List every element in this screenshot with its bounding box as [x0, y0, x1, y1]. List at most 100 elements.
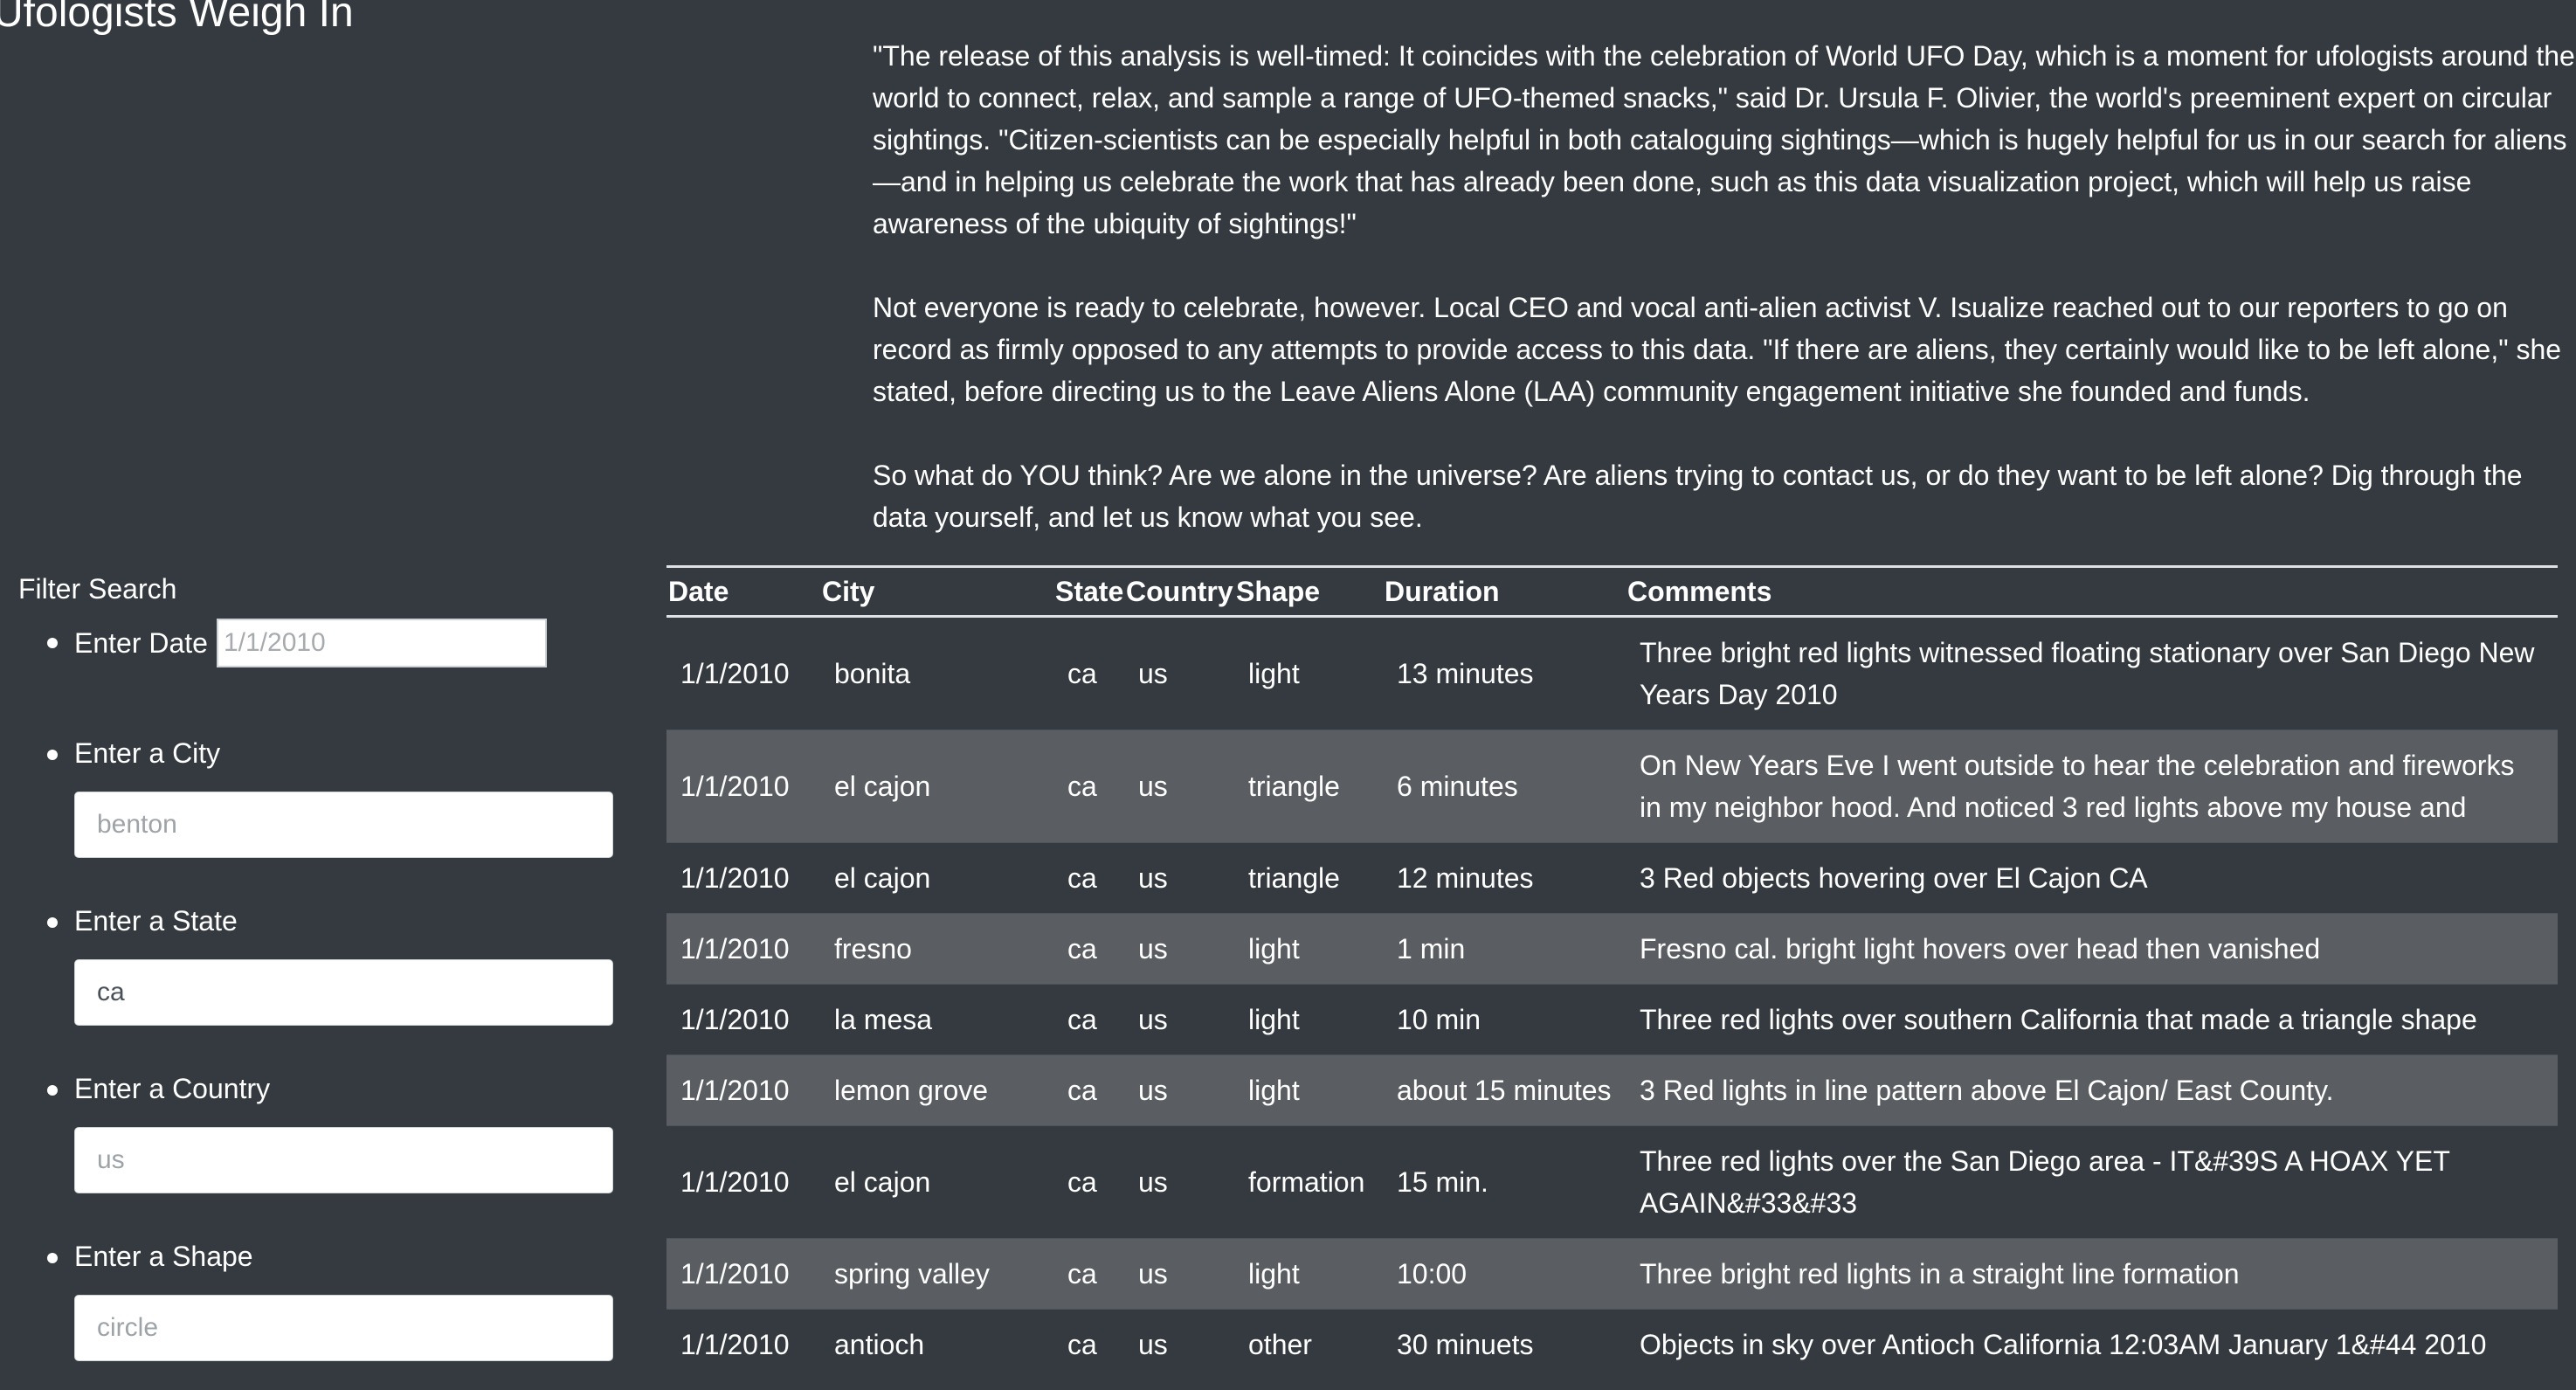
city-label: Enter a City: [74, 737, 221, 769]
column-header-comments: Comments: [1626, 565, 2558, 618]
cell-comments: Three red lights over the San Diego area…: [1626, 1125, 2558, 1239]
country-input[interactable]: [74, 1127, 613, 1193]
cell-duration: 10 min: [1383, 984, 1626, 1055]
table-header: Date City State Country Shape Duration C…: [666, 565, 2558, 618]
cell-shape: light: [1234, 913, 1383, 985]
cell-state: ca: [1053, 1055, 1124, 1126]
table-row: 1/1/2010 la mesa ca us light 10 min Thre…: [666, 984, 2558, 1055]
cell-country: us: [1124, 1125, 1234, 1239]
filter-panel: Filter Search Enter Date Enter a City En…: [18, 568, 630, 1390]
cell-duration: 6 minutes: [1383, 730, 1626, 843]
cell-comments: Three bright red lights in a straight li…: [1626, 1238, 2558, 1310]
cell-shape: light: [1234, 1238, 1383, 1310]
cell-country: us: [1124, 984, 1234, 1055]
cell-duration: 10:00: [1383, 1238, 1626, 1310]
filter-state-item: Enter a State: [18, 900, 630, 1026]
bullet-icon: [47, 1253, 58, 1263]
table-row: 1/1/2010 el cajon ca us triangle 6 minut…: [666, 730, 2558, 843]
column-header-date: Date: [666, 565, 820, 618]
filter-city-item: Enter a City: [18, 732, 630, 858]
ufo-table-container: Date City State Country Shape Duration C…: [666, 565, 2558, 1380]
cell-date: 1/1/2010: [666, 616, 820, 730]
cell-city: spring valley: [820, 1238, 1053, 1310]
cell-duration: 1 min: [1383, 913, 1626, 985]
cell-shape: light: [1234, 616, 1383, 730]
bullet-icon: [47, 750, 58, 760]
cell-duration: 12 minutes: [1383, 842, 1626, 914]
cell-date: 1/1/2010: [666, 1125, 820, 1239]
date-input[interactable]: [216, 619, 547, 667]
filter-date-item: Enter Date: [18, 619, 630, 667]
column-header-duration: Duration: [1383, 565, 1626, 618]
cell-country: us: [1124, 842, 1234, 914]
table-row: 1/1/2010 bonita ca us light 13 minutes T…: [666, 616, 2558, 730]
cell-shape: light: [1234, 1055, 1383, 1126]
cell-country: us: [1124, 913, 1234, 985]
cell-duration: about 15 minutes: [1383, 1055, 1626, 1126]
cell-state: ca: [1053, 984, 1124, 1055]
cell-duration: 15 min.: [1383, 1125, 1626, 1239]
page: Ufologists Weigh In "The release of this…: [0, 0, 2576, 1390]
cell-comments: On New Years Eve I went outside to hear …: [1626, 730, 2558, 843]
cell-country: us: [1124, 1309, 1234, 1380]
cell-date: 1/1/2010: [666, 730, 820, 843]
cell-duration: 30 minuets: [1383, 1309, 1626, 1380]
table-row: 1/1/2010 spring valley ca us light 10:00…: [666, 1238, 2558, 1310]
article-body: "The release of this analysis is well-ti…: [873, 35, 2576, 580]
city-input[interactable]: [74, 792, 613, 858]
cell-city: el cajon: [820, 1125, 1053, 1239]
cell-comments: 3 Red objects hovering over El Cajon CA: [1626, 842, 2558, 914]
filter-shape-item: Enter a Shape: [18, 1235, 630, 1361]
cell-state: ca: [1053, 1125, 1124, 1239]
filter-country-item: Enter a Country: [18, 1068, 630, 1193]
filter-list: Enter Date Enter a City Enter a State En…: [18, 619, 630, 1361]
bullet-icon: [47, 917, 58, 928]
date-label: Enter Date: [74, 627, 208, 659]
cell-date: 1/1/2010: [666, 913, 820, 985]
cell-country: us: [1124, 1238, 1234, 1310]
table-row: 1/1/2010 fresno ca us light 1 min Fresno…: [666, 913, 2558, 985]
cell-state: ca: [1053, 1309, 1124, 1380]
table-row: 1/1/2010 el cajon ca us triangle 12 minu…: [666, 842, 2558, 914]
article-paragraph: Not everyone is ready to celebrate, howe…: [873, 292, 2562, 407]
cell-date: 1/1/2010: [666, 1238, 820, 1310]
cell-date: 1/1/2010: [666, 984, 820, 1055]
article-paragraph: "The release of this analysis is well-ti…: [873, 40, 2575, 239]
cell-country: us: [1124, 616, 1234, 730]
table-header-row: Date City State Country Shape Duration C…: [666, 565, 2558, 618]
cell-city: antioch: [820, 1309, 1053, 1380]
article-paragraph: So what do YOU think? Are we alone in th…: [873, 460, 2523, 533]
shape-input[interactable]: [74, 1295, 613, 1361]
cell-state: ca: [1053, 1238, 1124, 1310]
cell-shape: triangle: [1234, 842, 1383, 914]
cell-state: ca: [1053, 842, 1124, 914]
cell-country: us: [1124, 1055, 1234, 1126]
cell-shape: other: [1234, 1309, 1383, 1380]
cell-state: ca: [1053, 730, 1124, 843]
table-row: 1/1/2010 antioch ca us other 30 minuets …: [666, 1309, 2558, 1380]
state-input[interactable]: [74, 959, 613, 1026]
cell-comments: Three bright red lights witnessed floati…: [1626, 616, 2558, 730]
cell-date: 1/1/2010: [666, 1055, 820, 1126]
ufo-table: Date City State Country Shape Duration C…: [666, 565, 2558, 1380]
column-header-city: City: [820, 565, 1053, 618]
table-row: 1/1/2010 lemon grove ca us light about 1…: [666, 1055, 2558, 1126]
cell-city: el cajon: [820, 730, 1053, 843]
state-label: Enter a State: [74, 905, 238, 937]
cell-city: la mesa: [820, 984, 1053, 1055]
cell-city: el cajon: [820, 842, 1053, 914]
cell-state: ca: [1053, 913, 1124, 985]
cell-country: us: [1124, 730, 1234, 843]
cell-comments: Three red lights over southern Californi…: [1626, 984, 2558, 1055]
cell-comments: 3 Red lights in line pattern above El Ca…: [1626, 1055, 2558, 1126]
cell-comments: Objects in sky over Antioch California 1…: [1626, 1309, 2558, 1380]
cell-shape: triangle: [1234, 730, 1383, 843]
cell-comments: Fresno cal. bright light hovers over hea…: [1626, 913, 2558, 985]
table-body: 1/1/2010 bonita ca us light 13 minutes T…: [666, 616, 2558, 1380]
shape-label: Enter a Shape: [74, 1241, 253, 1272]
cell-shape: formation: [1234, 1125, 1383, 1239]
bullet-icon: [47, 638, 58, 648]
cell-state: ca: [1053, 616, 1124, 730]
cell-city: bonita: [820, 616, 1053, 730]
cell-city: lemon grove: [820, 1055, 1053, 1126]
